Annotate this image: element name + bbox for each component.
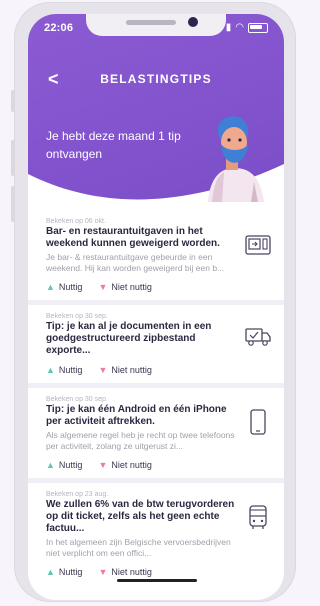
smartphone-icon [250, 409, 266, 435]
delivery-truck-icon [245, 328, 271, 346]
battery-icon [248, 22, 268, 33]
phone-notch [86, 14, 226, 36]
tip-date: Bekeken op 30 sep. [46, 313, 108, 320]
tip-title: Tip: je kan één Android en één iPhone pe… [46, 404, 227, 427]
thumbs-down-icon: ▼ [98, 567, 108, 577]
signal-icon: ▮ [225, 22, 232, 33]
front-camera [188, 17, 198, 27]
useful-label: Nuttig [58, 460, 83, 470]
not-useful-label: Niet nuttig [111, 567, 152, 577]
tip-description: Je bar- & restaurantuitgave gebeurde in … [46, 252, 225, 273]
useful-label: Nuttig [58, 365, 83, 375]
useful-button[interactable]: ▲ Nuttig [46, 282, 82, 292]
useful-button[interactable]: ▲ Nuttig [46, 460, 82, 470]
home-indicator[interactable] [117, 579, 197, 582]
thumbs-down-icon: ▼ [98, 282, 108, 292]
tip-date: Bekeken op 23 aug. [46, 491, 109, 498]
avatar-illustration-icon [208, 116, 264, 202]
tips-list: Bekeken op 06 okt. Bar- en restaurantuit… [28, 210, 284, 585]
tip-card[interactable]: Bekeken op 23 aug. We zullen 6% van de b… [28, 483, 284, 585]
tip-date: Bekeken op 06 okt. [46, 218, 106, 225]
tip-card[interactable]: Bekeken op 30 sep. Tip: je kan al je doc… [28, 305, 284, 388]
tip-card[interactable]: Bekeken op 30 sep. Tip: je kan één Andro… [28, 388, 284, 483]
useful-label: Nuttig [58, 567, 83, 577]
wifi-icon: ◠ [235, 22, 244, 33]
not-useful-button[interactable]: ▼ Niet nuttig [98, 282, 151, 292]
useful-label: Nuttig [58, 282, 83, 292]
thumbs-up-icon: ▲ [46, 365, 55, 375]
thumbs-up-icon: ▲ [46, 460, 55, 470]
status-time: 22:06 [44, 22, 74, 34]
tip-description: Als algemene regel heb je recht op twee … [46, 430, 235, 451]
page-title: BELASTINGTIPS [100, 72, 212, 86]
not-useful-button[interactable]: ▼ Niet nuttig [98, 460, 151, 470]
tip-title: Tip: je kan al je documenten in een goed… [46, 321, 212, 356]
tip-card[interactable]: Bekeken op 06 okt. Bar- en restaurantuit… [28, 210, 284, 305]
tip-feedback: ▲ Nuttig ▼ Niet nuttig [46, 365, 266, 375]
tip-feedback: ▲ Nuttig ▼ Niet nuttig [46, 460, 266, 470]
thumbs-down-icon: ▼ [98, 365, 108, 375]
not-useful-button[interactable]: ▼ Niet nuttig [98, 365, 151, 375]
tip-description: In het algemeen zijn Belgische vervoersb… [46, 537, 231, 558]
tip-title: We zullen 6% van de btw terugvorderen op… [46, 499, 235, 534]
speaker-slot [126, 20, 176, 25]
status-icons: ▮ ◠ [226, 22, 268, 33]
tips-count-message: Je hebt deze maand 1 tip ontvangen [46, 129, 181, 161]
not-useful-label: Niet nuttig [111, 365, 152, 375]
tip-feedback: ▲ Nuttig ▼ Niet nuttig [46, 567, 266, 577]
not-useful-label: Niet nuttig [111, 282, 152, 292]
header-banner: 22:06 ▮ ◠ < BELASTINGTIPS Je hebt deze m… [28, 14, 284, 224]
receipt-machine-icon [245, 235, 271, 255]
tip-date: Bekeken op 30 sep. [46, 396, 108, 403]
thumbs-up-icon: ▲ [46, 567, 55, 577]
not-useful-button[interactable]: ▼ Niet nuttig [98, 567, 151, 577]
tip-title: Bar- en restaurantuitgaven in het weeken… [46, 226, 220, 249]
useful-button[interactable]: ▲ Nuttig [46, 567, 82, 577]
app-screen: 22:06 ▮ ◠ < BELASTINGTIPS Je hebt deze m… [28, 14, 284, 600]
tip-feedback: ▲ Nuttig ▼ Niet nuttig [46, 282, 266, 292]
thumbs-up-icon: ▲ [46, 282, 55, 292]
thumbs-down-icon: ▼ [98, 460, 108, 470]
bus-icon [249, 505, 267, 529]
useful-button[interactable]: ▲ Nuttig [46, 365, 82, 375]
not-useful-label: Niet nuttig [111, 460, 152, 470]
